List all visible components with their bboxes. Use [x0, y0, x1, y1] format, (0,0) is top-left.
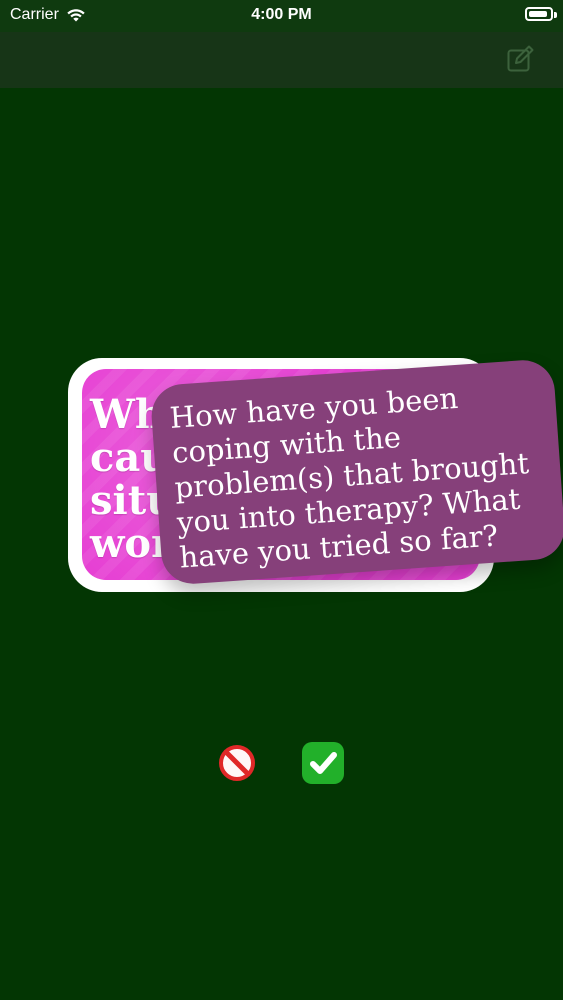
compose-icon[interactable] [505, 44, 535, 74]
status-time: 4:00 PM [251, 6, 312, 23]
front-card[interactable]: How have you been coping with the proble… [149, 358, 563, 586]
reject-button[interactable] [216, 742, 258, 784]
status-bar: Carrier 4:00 PM [0, 0, 563, 32]
front-card-question: How have you been coping with the proble… [168, 380, 531, 575]
card-actions [0, 740, 563, 786]
battery-icon [525, 7, 553, 21]
no-entry-icon [219, 745, 255, 781]
battery-cap [554, 12, 557, 18]
check-mark-icon [310, 752, 337, 774]
accept-button[interactable] [302, 742, 344, 784]
navigation-bar [0, 32, 563, 89]
